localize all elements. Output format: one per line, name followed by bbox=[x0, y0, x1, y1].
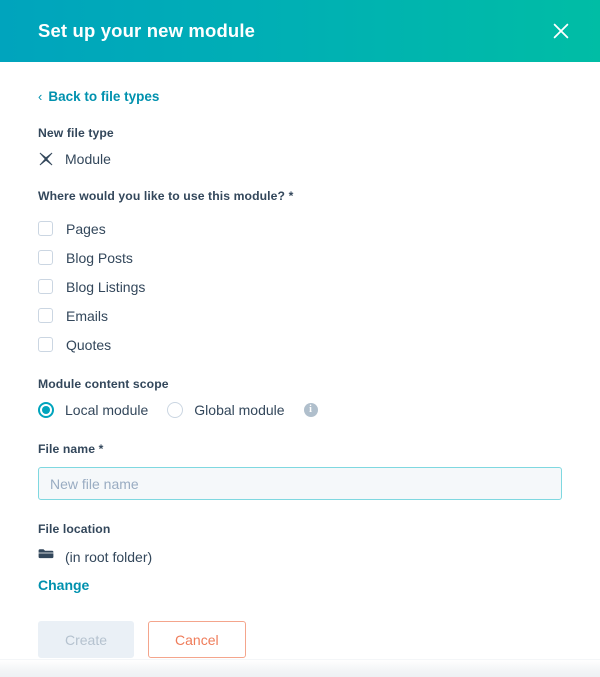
new-file-type-label: New file type bbox=[38, 126, 114, 140]
page-title: Set up your new module bbox=[38, 20, 256, 41]
radio-row-global-module[interactable]: Global module bbox=[167, 402, 285, 418]
checkbox-label-blog-listings: Blog Listings bbox=[66, 278, 146, 295]
checkbox-pages[interactable] bbox=[38, 221, 53, 236]
module-content-scope-label: Module content scope bbox=[38, 377, 169, 391]
folder-icon bbox=[38, 547, 54, 566]
new-file-type-value: Module bbox=[65, 151, 111, 167]
radio-global-module[interactable] bbox=[167, 402, 184, 418]
cancel-button[interactable]: Cancel bbox=[148, 621, 246, 658]
new-file-type-value-row: Module bbox=[38, 151, 562, 167]
checkbox-row-blog-posts[interactable]: Blog Posts bbox=[38, 243, 562, 272]
back-link-label: Back to file types bbox=[48, 89, 160, 104]
checkbox-row-quotes[interactable]: Quotes bbox=[38, 330, 562, 359]
chevron-left-icon: ‹ bbox=[38, 88, 43, 104]
checkbox-quotes[interactable] bbox=[38, 337, 53, 352]
modal-header: Set up your new module bbox=[0, 0, 600, 62]
modal-footer-strip bbox=[0, 659, 600, 677]
change-location-link[interactable]: Change bbox=[38, 577, 89, 593]
modal-body: ‹ Back to file types New file type Modul… bbox=[0, 62, 600, 658]
file-name-block: File name * bbox=[38, 442, 562, 500]
checkbox-row-pages[interactable]: Pages bbox=[38, 214, 562, 243]
checkbox-emails[interactable] bbox=[38, 308, 53, 323]
info-icon[interactable]: i bbox=[303, 403, 318, 417]
create-button[interactable]: Create bbox=[38, 621, 135, 658]
file-name-input[interactable] bbox=[38, 467, 562, 500]
close-icon bbox=[551, 21, 571, 41]
radio-row-local-module[interactable]: Local module bbox=[38, 402, 148, 418]
back-to-file-types-link[interactable]: ‹ Back to file types bbox=[38, 89, 159, 104]
checkbox-row-emails[interactable]: Emails bbox=[38, 301, 562, 330]
file-location-value-row: (in root folder) bbox=[38, 547, 562, 566]
close-button[interactable] bbox=[544, 14, 578, 48]
file-name-label: File name * bbox=[38, 442, 104, 456]
checkbox-row-blog-listings[interactable]: Blog Listings bbox=[38, 272, 562, 301]
checkbox-label-blog-posts: Blog Posts bbox=[66, 249, 133, 266]
module-scope-radio-group: Local module Global module i bbox=[38, 402, 562, 418]
setup-module-modal: Set up your new module ‹ Back to file ty… bbox=[0, 0, 600, 677]
checkbox-blog-listings[interactable] bbox=[38, 279, 53, 294]
radio-local-module[interactable] bbox=[38, 402, 54, 418]
file-location-label: File location bbox=[38, 522, 111, 536]
checkbox-label-quotes: Quotes bbox=[66, 336, 112, 353]
checkbox-label-pages: Pages bbox=[66, 220, 106, 237]
usage-checkbox-list: Pages Blog Posts Blog Listings Emails Qu… bbox=[38, 214, 562, 359]
checkbox-blog-posts[interactable] bbox=[38, 250, 53, 265]
checkbox-label-emails: Emails bbox=[66, 307, 109, 324]
modal-actions: Create Cancel bbox=[38, 621, 562, 658]
radio-label-local-module: Local module bbox=[65, 402, 149, 418]
usage-question-label: Where would you like to use this module?… bbox=[38, 189, 294, 203]
module-icon bbox=[38, 151, 54, 167]
radio-label-global-module: Global module bbox=[194, 402, 285, 418]
file-location-value: (in root folder) bbox=[65, 548, 153, 565]
